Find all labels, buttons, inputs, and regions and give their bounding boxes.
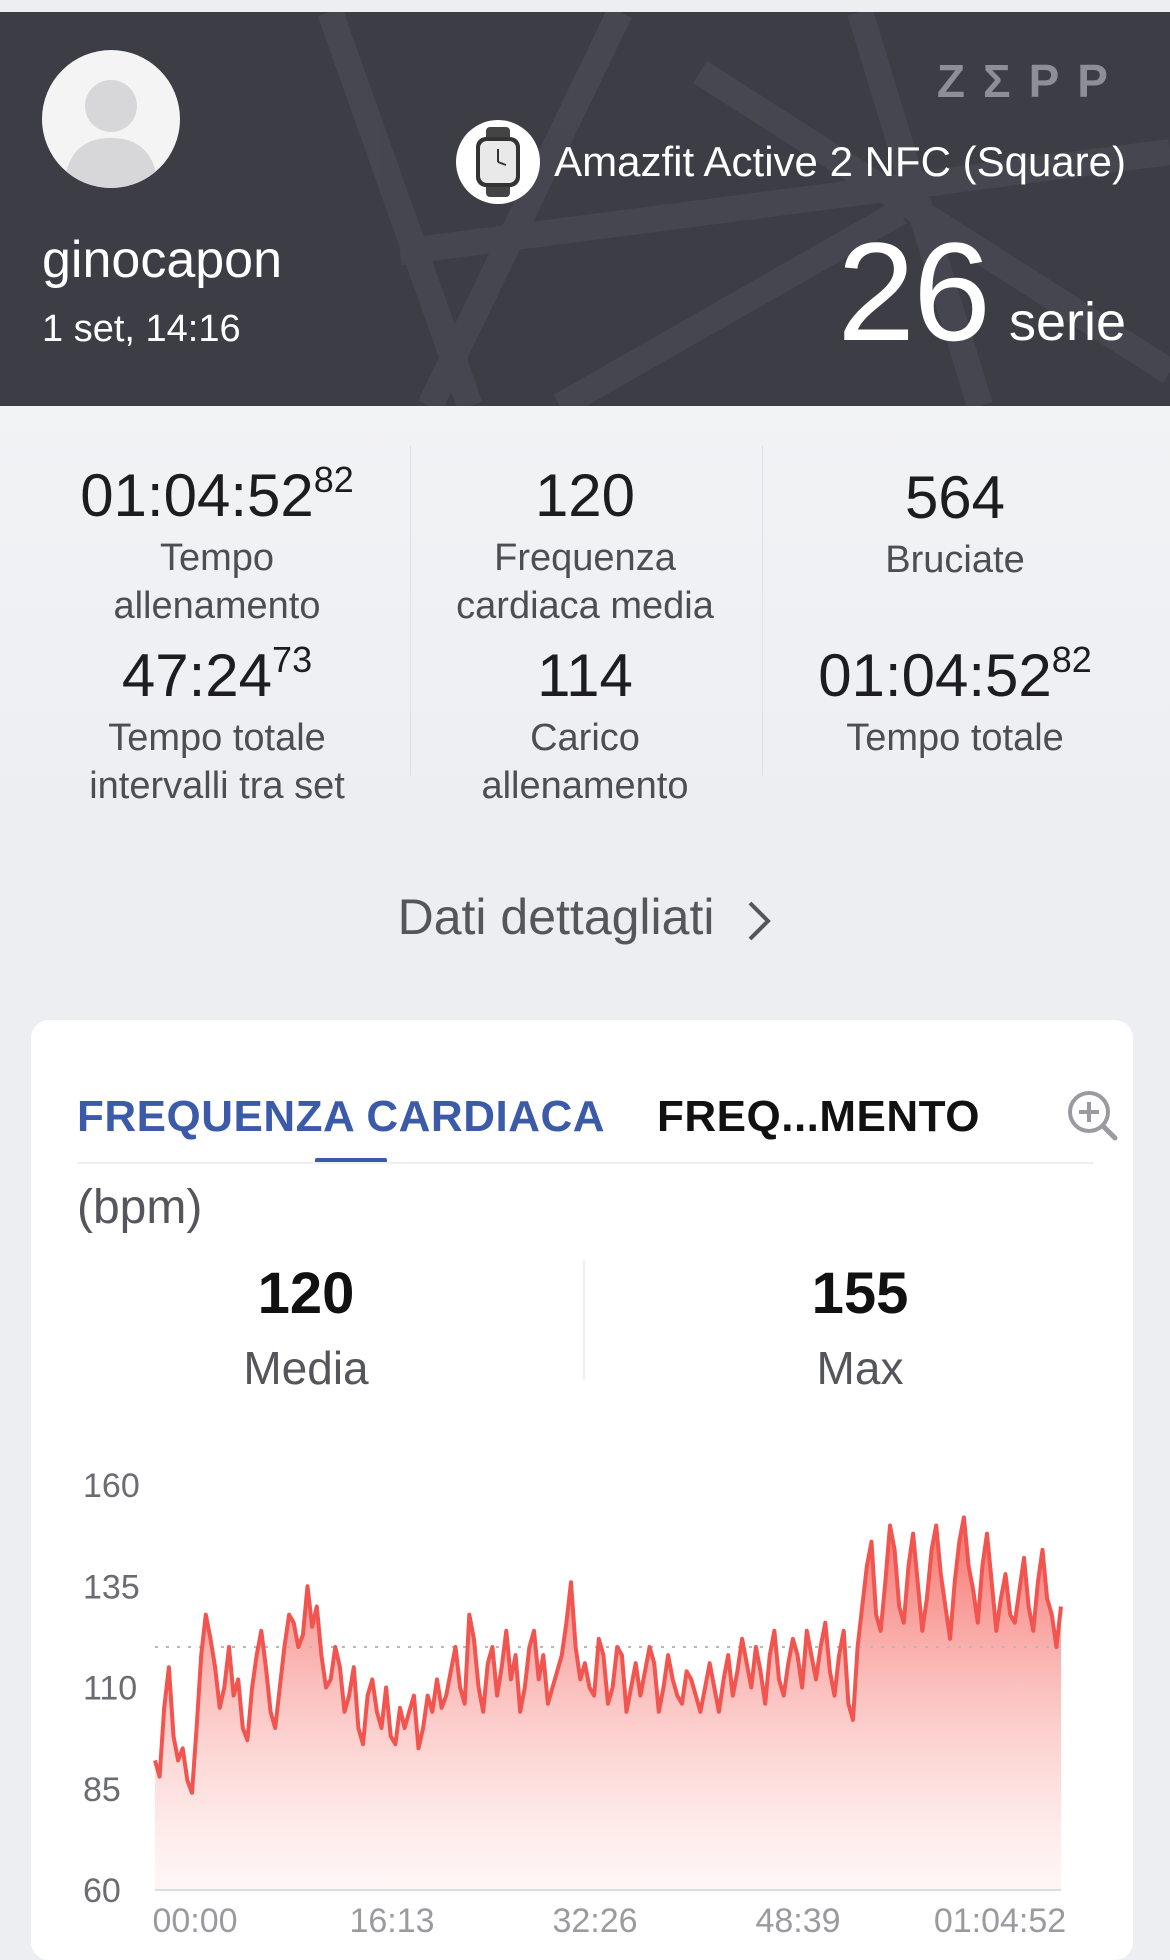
stat-label: Carico (530, 717, 640, 759)
detailed-data-link[interactable]: Dati dettagliati (0, 888, 1170, 946)
stat-value-hundredths: 82 (313, 459, 354, 500)
workout-date: 1 set, 14:16 (42, 308, 241, 350)
x-tick-label: 00:00 (152, 1902, 237, 1940)
workout-header: ginocapon 1 set, 14:16 ZΣPP Amazfit Acti… (0, 12, 1170, 406)
device-name: Amazfit Active 2 NFC (Square) (554, 138, 1126, 185)
stat-value: 120 (534, 462, 636, 529)
hr-max-label: Max (816, 1342, 904, 1394)
zepp-logo: ZΣPP (936, 55, 1126, 107)
series-number: 26 (837, 213, 991, 370)
chevron-right-icon (748, 901, 772, 941)
stat-training-time: 01:04:5282 Tempo allenamento (32, 462, 402, 630)
series-unit: serie (1008, 292, 1126, 352)
y-tick-label: 135 (83, 1568, 140, 1606)
stat-avg-hr: 120 Frequenza cardiaca media (400, 466, 770, 630)
stat-total-time: 01:04:5282 Tempo totale (770, 642, 1140, 762)
hr-average-label: Media (243, 1342, 369, 1394)
tab-heart-rate[interactable]: FREQUENZA CARDIACA (77, 1092, 605, 1142)
y-tick-label: 60 (83, 1872, 121, 1910)
heart-rate-chart: 160 135 110 85 60 00:00 16:13 32:26 48:39 01:04:5… (83, 1467, 1066, 1940)
hr-average: 120 Media (156, 1260, 456, 1395)
stat-value: 01:04:52 (80, 462, 314, 529)
stat-label: Tempo totale (846, 717, 1064, 759)
stat-value-hundredths: 82 (1051, 639, 1092, 680)
y-tick-label: 110 (83, 1670, 137, 1708)
stat-label: Tempo (159, 537, 275, 579)
y-tick-label: 160 (83, 1467, 140, 1505)
zoom-in-icon[interactable] (1065, 1088, 1121, 1144)
stats-grid: 01:04:5282 Tempo allenamento 120 Frequenz… (0, 406, 1170, 826)
device-info: Amazfit Active 2 NFC (Square) (456, 120, 1126, 204)
watch-icon (456, 120, 541, 204)
heart-rate-card: FREQUENZA CARDIACA FREQ...MENTO (bpm) 12… (31, 1020, 1133, 1960)
stat-value: 47:24 (121, 642, 273, 709)
divider (583, 1260, 585, 1380)
hr-max-value: 155 (811, 1261, 909, 1326)
stat-value-hundredths: 73 (272, 639, 313, 680)
stat-label: intervalli tra set (89, 765, 345, 807)
stat-label: allenamento (113, 585, 321, 627)
stat-rest-time: 47:2473 Tempo totale intervalli tra set (32, 642, 402, 810)
stat-label: cardiaca media (456, 585, 714, 627)
detailed-data-label: Dati dettagliati (397, 889, 715, 945)
tab-divider (77, 1162, 1093, 1164)
tab-bar: FREQUENZA CARDIACA FREQ...MENTO (77, 1070, 1118, 1170)
stat-label: Frequenza (494, 537, 676, 579)
username: ginocapon (42, 231, 282, 289)
stat-burned: 564 Bruciate (770, 468, 1140, 584)
stat-label: allenamento (481, 765, 689, 807)
tab-training-frequency[interactable]: FREQ...MENTO (657, 1092, 980, 1142)
avatar[interactable] (42, 50, 180, 188)
unit-label: (bpm) (77, 1181, 203, 1234)
x-tick-label: 01:04:52 (934, 1902, 1066, 1940)
x-tick-label: 16:13 (349, 1902, 434, 1940)
hr-average-value: 120 (257, 1261, 355, 1326)
stat-label: Bruciate (885, 539, 1025, 581)
hr-max: 155 Max (710, 1260, 1010, 1395)
stat-training-load: 114 Carico allenamento (400, 646, 770, 810)
series-count: 26 serie (837, 222, 1126, 362)
stat-value: 564 (904, 464, 1006, 531)
x-tick-label: 32:26 (552, 1902, 637, 1940)
y-tick-label: 85 (83, 1771, 121, 1809)
x-tick-label: 48:39 (755, 1902, 840, 1940)
stat-value: 01:04:52 (818, 642, 1052, 709)
user-silhouette-icon (64, 80, 158, 188)
stat-value: 114 (537, 642, 633, 709)
stat-label: Tempo totale (108, 717, 326, 759)
